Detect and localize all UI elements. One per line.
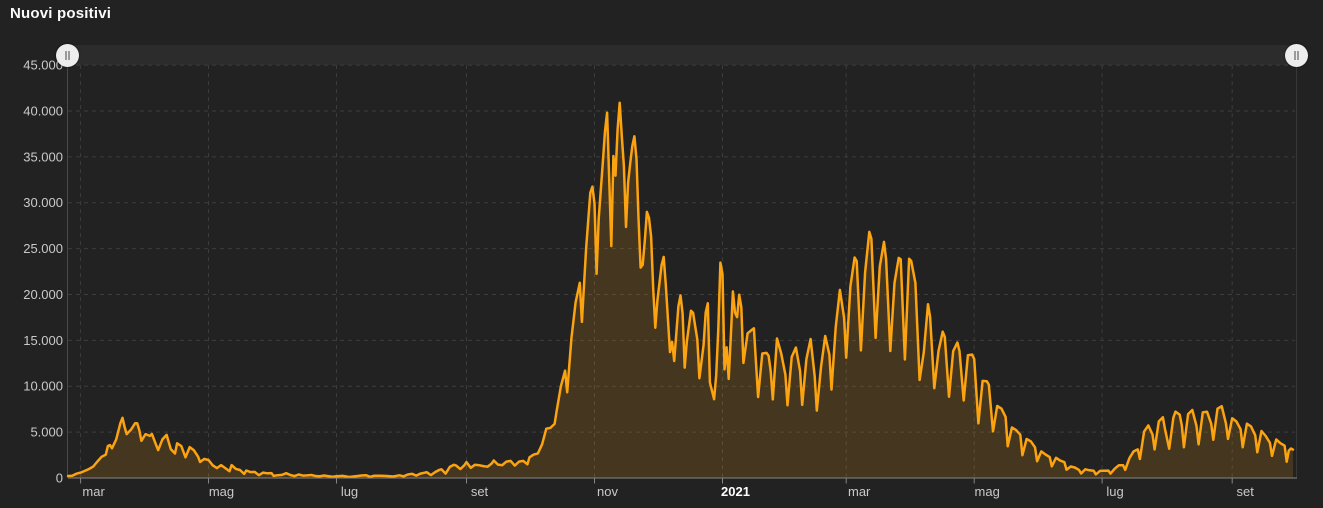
svg-text:set: set [1237, 484, 1255, 499]
svg-text:set: set [471, 484, 489, 499]
svg-text:mar: mar [848, 484, 871, 499]
scrollbar-end-handle[interactable] [1285, 44, 1308, 67]
svg-text:10.000: 10.000 [23, 379, 63, 394]
svg-text:lug: lug [1106, 484, 1123, 499]
x-axis-labels: mar mag lug set nov 2021 mar mag lug set [82, 484, 1254, 499]
svg-text:0: 0 [56, 471, 63, 486]
series-area-fill [68, 102, 1293, 478]
svg-text:20.000: 20.000 [23, 287, 63, 302]
svg-text:mag: mag [975, 484, 1000, 499]
svg-text:nov: nov [597, 484, 618, 499]
svg-text:35.000: 35.000 [23, 149, 63, 164]
svg-text:30.000: 30.000 [23, 195, 63, 210]
x-axis [68, 477, 1297, 484]
scrollbar-start-handle[interactable] [56, 44, 79, 67]
y-axis-labels: 0 5.000 10.000 15.000 20.000 25.000 30.000 35.0… [23, 58, 63, 486]
svg-text:15.000: 15.000 [23, 333, 63, 348]
svg-text:25.000: 25.000 [23, 241, 63, 256]
new-positives-area-chart: 0 5.000 10.000 15.000 20.000 25.000 30.000 35.0… [23, 58, 1297, 499]
svg-text:40.000: 40.000 [23, 104, 63, 119]
grip-icon [1294, 51, 1299, 60]
svg-text:mag: mag [209, 484, 234, 499]
svg-text:5.000: 5.000 [30, 425, 63, 440]
grip-icon [65, 51, 70, 60]
svg-text:lug: lug [341, 484, 358, 499]
svg-text:2021: 2021 [721, 484, 750, 499]
svg-text:mar: mar [82, 484, 105, 499]
